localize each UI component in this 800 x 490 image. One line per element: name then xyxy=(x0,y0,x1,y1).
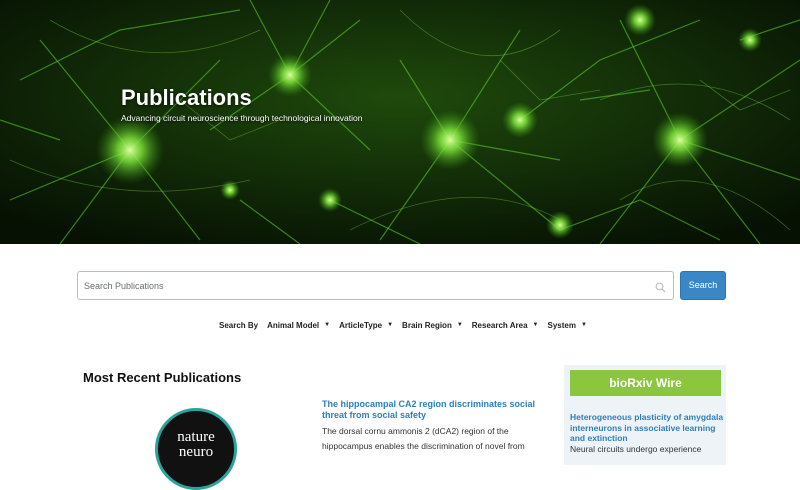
filter-label: Animal Model xyxy=(267,320,320,330)
search-field-container xyxy=(77,271,674,300)
filter-label: System xyxy=(547,320,576,330)
filter-brain-region[interactable]: Brain Region ▼ xyxy=(402,321,463,330)
biorxiv-wire-banner: bioRxiv Wire xyxy=(570,370,721,396)
filter-label: Research Area xyxy=(471,320,528,330)
section-heading-recent: Most Recent Publications xyxy=(83,370,242,385)
neuron-background-image xyxy=(0,0,800,244)
journal-logo-line-2: neuro xyxy=(178,444,214,460)
search-icon xyxy=(655,280,666,293)
article-title-link[interactable]: The hippocampal CA2 region discriminates… xyxy=(322,399,542,421)
filter-animal-model[interactable]: Animal Model ▼ xyxy=(267,321,330,330)
search-button[interactable]: Search xyxy=(680,271,726,300)
page-title: Publications xyxy=(121,85,252,110)
filter-research-area[interactable]: Research Area ▼ xyxy=(472,321,539,330)
filter-bar-label: Search By xyxy=(219,320,259,330)
journal-logo[interactable]: nature neuro xyxy=(155,408,237,490)
hero-banner: Publications Advancing circuit neuroscie… xyxy=(0,0,800,244)
page-subtitle: Advancing circuit neuroscience through t… xyxy=(121,113,363,123)
biorxiv-item-body: Neural circuits undergo experience xyxy=(570,444,702,454)
caret-down-icon: ▼ xyxy=(387,322,394,328)
filter-system[interactable]: System ▼ xyxy=(547,321,586,330)
caret-down-icon: ▼ xyxy=(324,322,331,328)
search-input[interactable] xyxy=(84,272,654,299)
caret-down-icon: ▼ xyxy=(456,322,463,328)
filter-bar: Search By Animal Model ▼ ArticleType ▼ B… xyxy=(219,319,596,331)
filter-label: ArticleType xyxy=(339,320,383,330)
caret-down-icon: ▼ xyxy=(580,322,587,328)
biorxiv-item-title-link[interactable]: Heterogeneous plasticity of amygdala int… xyxy=(570,412,725,444)
filter-article-type[interactable]: ArticleType ▼ xyxy=(339,321,393,330)
caret-down-icon: ▼ xyxy=(532,322,539,328)
filter-label: Brain Region xyxy=(402,320,452,330)
